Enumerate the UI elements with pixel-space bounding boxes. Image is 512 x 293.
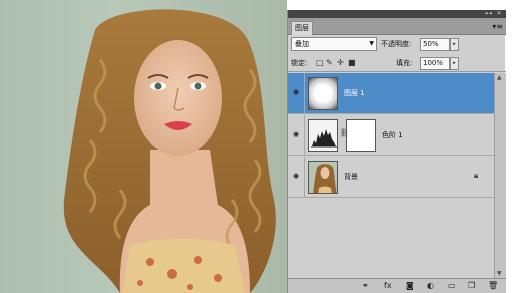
opacity-input[interactable]: 50%	[420, 38, 450, 51]
eye-icon[interactable]: ◉	[291, 88, 301, 97]
layer-row-levels-1[interactable]: ◉ ⛓ 色阶 1	[288, 115, 494, 156]
layer-name[interactable]: 色阶 1	[382, 129, 403, 141]
lock-transparent-icon[interactable]: □	[316, 58, 324, 68]
portrait-image	[63, 9, 276, 293]
lock-icon: 🔒︎	[474, 171, 479, 180]
fill-spinner-icon[interactable]: ▸	[450, 57, 459, 70]
scroll-down-icon[interactable]: ▼	[497, 270, 502, 277]
opacity-label: 不透明度:	[381, 40, 412, 48]
new-layer-icon[interactable]: ❐	[468, 281, 475, 291]
eye-icon[interactable]: ◉	[291, 172, 301, 181]
fill-label: 填充:	[396, 59, 413, 67]
blend-mode-select[interactable]: 叠加 ▼	[291, 37, 377, 51]
layers-scrollbar[interactable]: ▲ ▼	[494, 73, 506, 278]
blend-mode-value: 叠加	[295, 40, 309, 48]
eye-icon[interactable]: ◉	[291, 130, 301, 139]
adjustment-icon[interactable]: ◐	[427, 281, 434, 291]
divider	[304, 73, 305, 114]
fx-icon[interactable]: fx	[384, 281, 392, 291]
document-canvas-photo[interactable]	[0, 0, 287, 293]
layer-thumbnail	[308, 77, 338, 110]
layers-list: ◉ 图层 1 ◉ ⛓ 色阶 1 ◉	[288, 73, 506, 278]
chevron-down-icon: ▼	[369, 40, 374, 47]
layer-thumbnail	[308, 161, 338, 194]
layer-row-background[interactable]: ◉ 背景 🔒︎	[288, 157, 494, 198]
collapse-icon[interactable]: ◂◂	[484, 9, 492, 17]
layer-mask-thumbnail[interactable]	[346, 119, 376, 152]
close-icon[interactable]: ×	[497, 9, 501, 17]
layers-panel: ◂◂ × 图层 ▾≡ 叠加 ▼ 不透明度: 50% ▸ 锁定: □ ✎ ✛ ■ …	[287, 9, 506, 293]
divider	[304, 157, 305, 198]
group-icon[interactable]: ▭	[448, 281, 456, 291]
fill-input[interactable]: 100%	[420, 57, 450, 70]
opacity-spinner-icon[interactable]: ▸	[450, 38, 459, 51]
lock-all-icon[interactable]: ■	[348, 58, 356, 68]
tab-layers[interactable]: 图层	[291, 21, 313, 35]
panel-bottom-toolbar: ⚭ fx ◙ ◐ ▭ ❐ 🗑︎	[288, 278, 506, 293]
layer-row-layer-1[interactable]: ◉ 图层 1	[288, 73, 494, 114]
scroll-up-icon[interactable]: ▲	[497, 74, 502, 81]
layer-name[interactable]: 图层 1	[344, 87, 365, 99]
panel-menu-icon[interactable]: ▾≡	[492, 22, 503, 31]
trash-icon[interactable]: 🗑︎	[488, 281, 498, 291]
panel-tab-row: 图层 ▾≡	[288, 18, 506, 35]
lock-label: 锁定:	[291, 59, 308, 67]
mask-icon[interactable]: ◙	[406, 281, 414, 291]
lock-fill-row: 锁定: □ ✎ ✛ ■ 填充: 100% ▸	[288, 55, 506, 72]
levels-histogram-icon	[308, 119, 338, 152]
lock-paint-icon[interactable]: ✎	[326, 58, 333, 68]
link-icon[interactable]: ⚭	[362, 281, 369, 291]
layer-name[interactable]: 背景	[344, 171, 358, 183]
lock-move-icon[interactable]: ✛	[337, 58, 344, 68]
divider	[304, 115, 305, 156]
blend-opacity-row: 叠加 ▼ 不透明度: 50% ▸	[288, 36, 506, 54]
panel-title-bar: ◂◂ ×	[288, 9, 506, 18]
